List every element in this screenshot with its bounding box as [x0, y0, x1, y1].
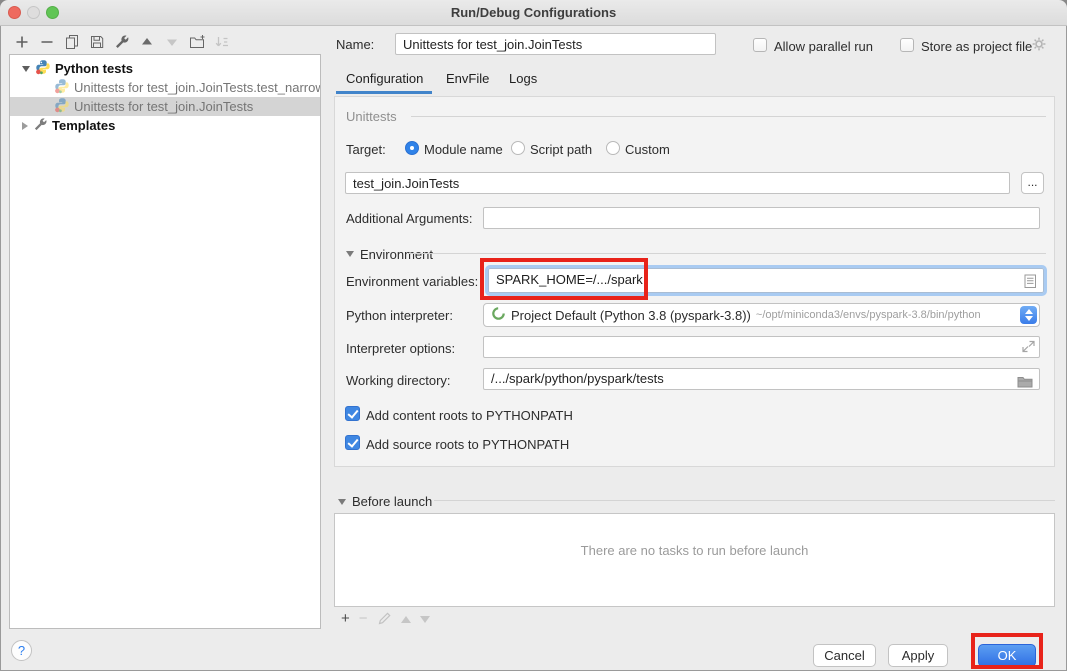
run-debug-configurations-dialog: Run/Debug Configurations Python tests [0, 0, 1067, 671]
before-launch-title: Before launch [352, 494, 432, 509]
tree-item-label: Unittests for test_join.JoinTests.test_n… [74, 80, 320, 95]
environment-variables-input[interactable]: SPARK_HOME=/.../spark [485, 265, 1047, 296]
python-test-icon [54, 97, 70, 116]
divider [411, 116, 1046, 117]
new-folder-icon[interactable] [189, 34, 205, 50]
add-task-icon[interactable]: + [341, 612, 350, 626]
interpreter-options-label: Interpreter options: [346, 341, 455, 356]
add-source-roots-checkbox[interactable] [345, 435, 360, 450]
tree-item-unittests-test-narrow[interactable]: Unittests for test_join.JoinTests.test_n… [10, 78, 320, 97]
add-content-roots-label: Add content roots to PYTHONPATH [366, 408, 573, 423]
environment-variables-label: Environment variables: [346, 274, 478, 289]
copy-configuration-icon[interactable] [64, 34, 80, 50]
chevron-collapsed-icon[interactable] [22, 122, 28, 130]
allow-parallel-run-label: Allow parallel run [774, 39, 873, 54]
python-interpreter-value: Project Default (Python 3.8 (pyspark-3.8… [511, 308, 751, 323]
working-directory-value: /.../spark/python/pyspark/tests [491, 371, 664, 386]
add-content-roots-checkbox[interactable] [345, 406, 360, 421]
sort-alphabetically-icon[interactable] [214, 34, 230, 50]
remove-configuration-icon[interactable] [39, 34, 55, 50]
target-module-name-label: Module name [424, 142, 503, 157]
working-directory-input[interactable]: /.../spark/python/pyspark/tests [483, 368, 1040, 390]
tab-logs[interactable]: Logs [509, 71, 537, 86]
add-source-roots-label: Add source roots to PYTHONPATH [366, 437, 569, 452]
name-label: Name: [336, 37, 374, 52]
target-radio-module-name[interactable] [405, 141, 419, 155]
environment-collapse-icon[interactable] [346, 251, 354, 257]
tab-configuration[interactable]: Configuration [346, 71, 423, 86]
configurations-tree: Python tests Unittests for test_join.Joi… [9, 54, 321, 629]
tree-item-label: Unittests for test_join.JoinTests [74, 99, 253, 114]
before-launch-toolbar: + − [341, 611, 430, 627]
tree-item-label: Python tests [55, 61, 133, 76]
move-down-icon[interactable] [164, 34, 180, 50]
move-task-up-icon[interactable] [401, 616, 411, 623]
edit-task-pencil-icon[interactable] [377, 610, 392, 628]
target-custom-label: Custom [625, 142, 670, 157]
tree-item-templates[interactable]: Templates [10, 116, 320, 135]
environment-section-title: Environment [360, 247, 433, 262]
title-bar: Run/Debug Configurations [0, 0, 1067, 26]
interpreter-options-input[interactable] [483, 336, 1040, 358]
divider [409, 253, 1046, 254]
store-as-project-file-label: Store as project file [921, 39, 1032, 54]
module-name-input[interactable] [345, 172, 1010, 194]
tab-envfile[interactable]: EnvFile [446, 71, 489, 86]
additional-arguments-label: Additional Arguments: [346, 211, 472, 226]
gear-icon[interactable] [1031, 36, 1047, 55]
target-script-path-label: Script path [530, 142, 592, 157]
edit-defaults-wrench-icon[interactable] [114, 34, 130, 50]
python-interpreter-label: Python interpreter: [346, 308, 453, 323]
python-interpreter-path: ~/opt/miniconda3/envs/pyspark-3.8/bin/py… [756, 309, 981, 321]
move-up-icon[interactable] [139, 34, 155, 50]
folder-browse-icon[interactable] [1017, 374, 1033, 394]
ok-button[interactable]: OK [978, 644, 1036, 667]
allow-parallel-run-checkbox[interactable] [753, 38, 767, 52]
browse-variables-icon[interactable] [1024, 273, 1037, 297]
target-label: Target: [346, 142, 386, 157]
templates-wrench-icon [33, 117, 48, 135]
divider [434, 500, 1055, 501]
save-configuration-icon[interactable] [89, 34, 105, 50]
working-directory-label: Working directory: [346, 373, 451, 388]
chevron-expanded-icon[interactable] [22, 66, 30, 72]
move-task-down-icon[interactable] [420, 616, 430, 623]
expand-field-icon[interactable] [1022, 340, 1035, 356]
browse-module-button[interactable]: ... [1021, 172, 1044, 194]
python-test-icon [54, 78, 70, 97]
window-title: Run/Debug Configurations [0, 5, 1067, 20]
before-launch-task-list: There are no tasks to run before launch [334, 513, 1055, 607]
apply-button[interactable]: Apply [888, 644, 948, 667]
tree-item-unittests-jointests-selected[interactable]: Unittests for test_join.JoinTests [10, 97, 320, 116]
target-radio-custom[interactable] [606, 141, 620, 155]
active-tab-underline [336, 91, 432, 94]
tree-item-python-tests[interactable]: Python tests [10, 59, 320, 78]
dropdown-stepper-icon[interactable] [1020, 306, 1037, 324]
python-interpreter-dropdown[interactable]: Project Default (Python 3.8 (pyspark-3.8… [483, 303, 1040, 327]
remove-task-icon[interactable]: − [359, 612, 368, 626]
cancel-button[interactable]: Cancel [813, 644, 876, 667]
add-configuration-icon[interactable] [14, 34, 30, 50]
target-radio-script-path[interactable] [511, 141, 525, 155]
conda-environment-icon [491, 306, 506, 324]
python-tests-icon [35, 59, 51, 78]
additional-arguments-input[interactable] [483, 207, 1040, 229]
environment-variables-value: SPARK_HOME=/.../spark [496, 272, 643, 287]
configurations-toolbar [14, 34, 230, 50]
name-input[interactable] [395, 33, 716, 55]
unittests-group-title: Unittests [346, 109, 397, 124]
help-button[interactable]: ? [11, 640, 32, 661]
tree-item-label: Templates [52, 118, 115, 133]
before-launch-collapse-icon[interactable] [338, 499, 346, 505]
before-launch-empty-text: There are no tasks to run before launch [581, 543, 809, 558]
store-as-project-file-checkbox[interactable] [900, 38, 914, 52]
